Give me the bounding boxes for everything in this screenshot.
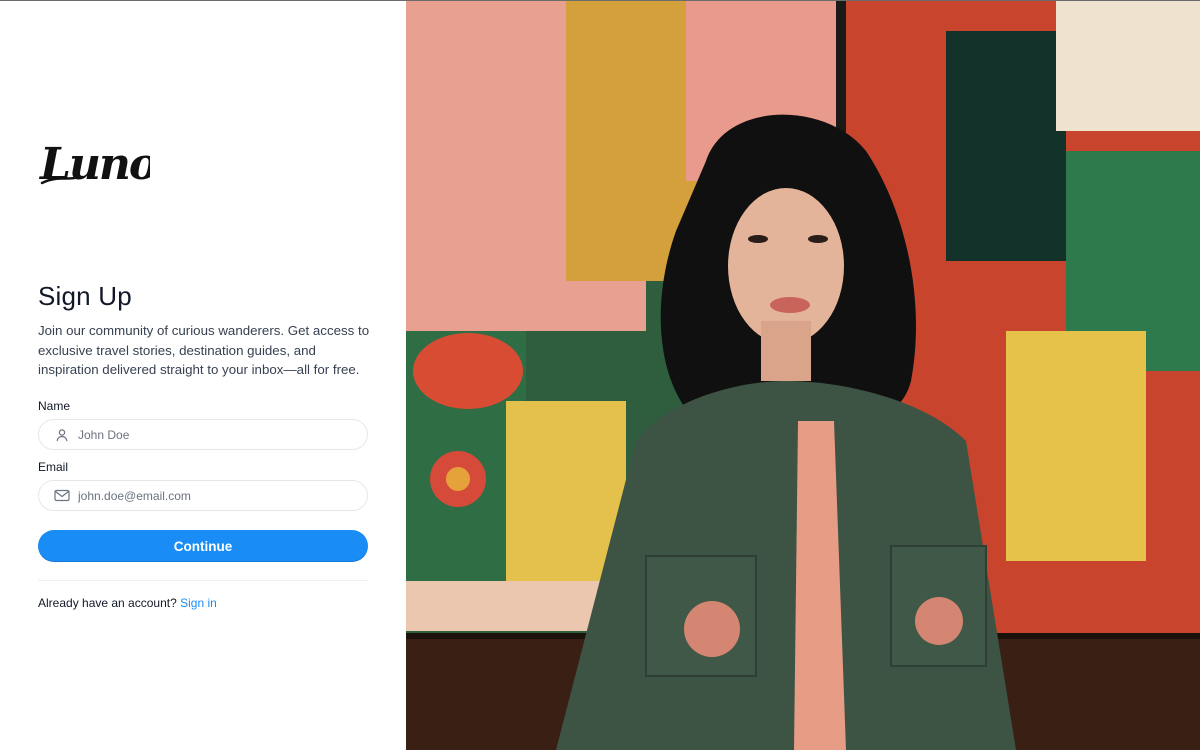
continue-button[interactable]: Continue <box>38 530 368 562</box>
portrait-photo-icon <box>406 1 1200 750</box>
brand-logo[interactable]: Luno <box>38 135 159 193</box>
divider <box>38 580 368 581</box>
luno-logo-icon: Luno <box>38 139 159 190</box>
email-field-wrapper[interactable] <box>38 480 368 511</box>
hero-photo <box>406 1 1200 750</box>
signin-row: Already have an account? Sign in <box>38 596 217 610</box>
email-label: Email <box>38 460 69 474</box>
account-prompt: Already have an account? <box>38 596 177 610</box>
name-input[interactable] <box>78 427 358 442</box>
page-title: Sign Up <box>38 281 132 311</box>
svg-text:Luno: Luno <box>38 139 150 190</box>
mail-icon <box>53 487 71 505</box>
user-icon <box>53 426 71 444</box>
name-field-wrapper[interactable] <box>38 419 368 450</box>
signup-panel: Luno Sign Up Join our community of curio… <box>0 1 406 750</box>
name-label: Name <box>38 399 71 413</box>
email-input[interactable] <box>78 488 358 503</box>
signin-link[interactable]: Sign in <box>180 596 217 610</box>
signup-description: Join our community of curious wanderers.… <box>38 323 370 377</box>
